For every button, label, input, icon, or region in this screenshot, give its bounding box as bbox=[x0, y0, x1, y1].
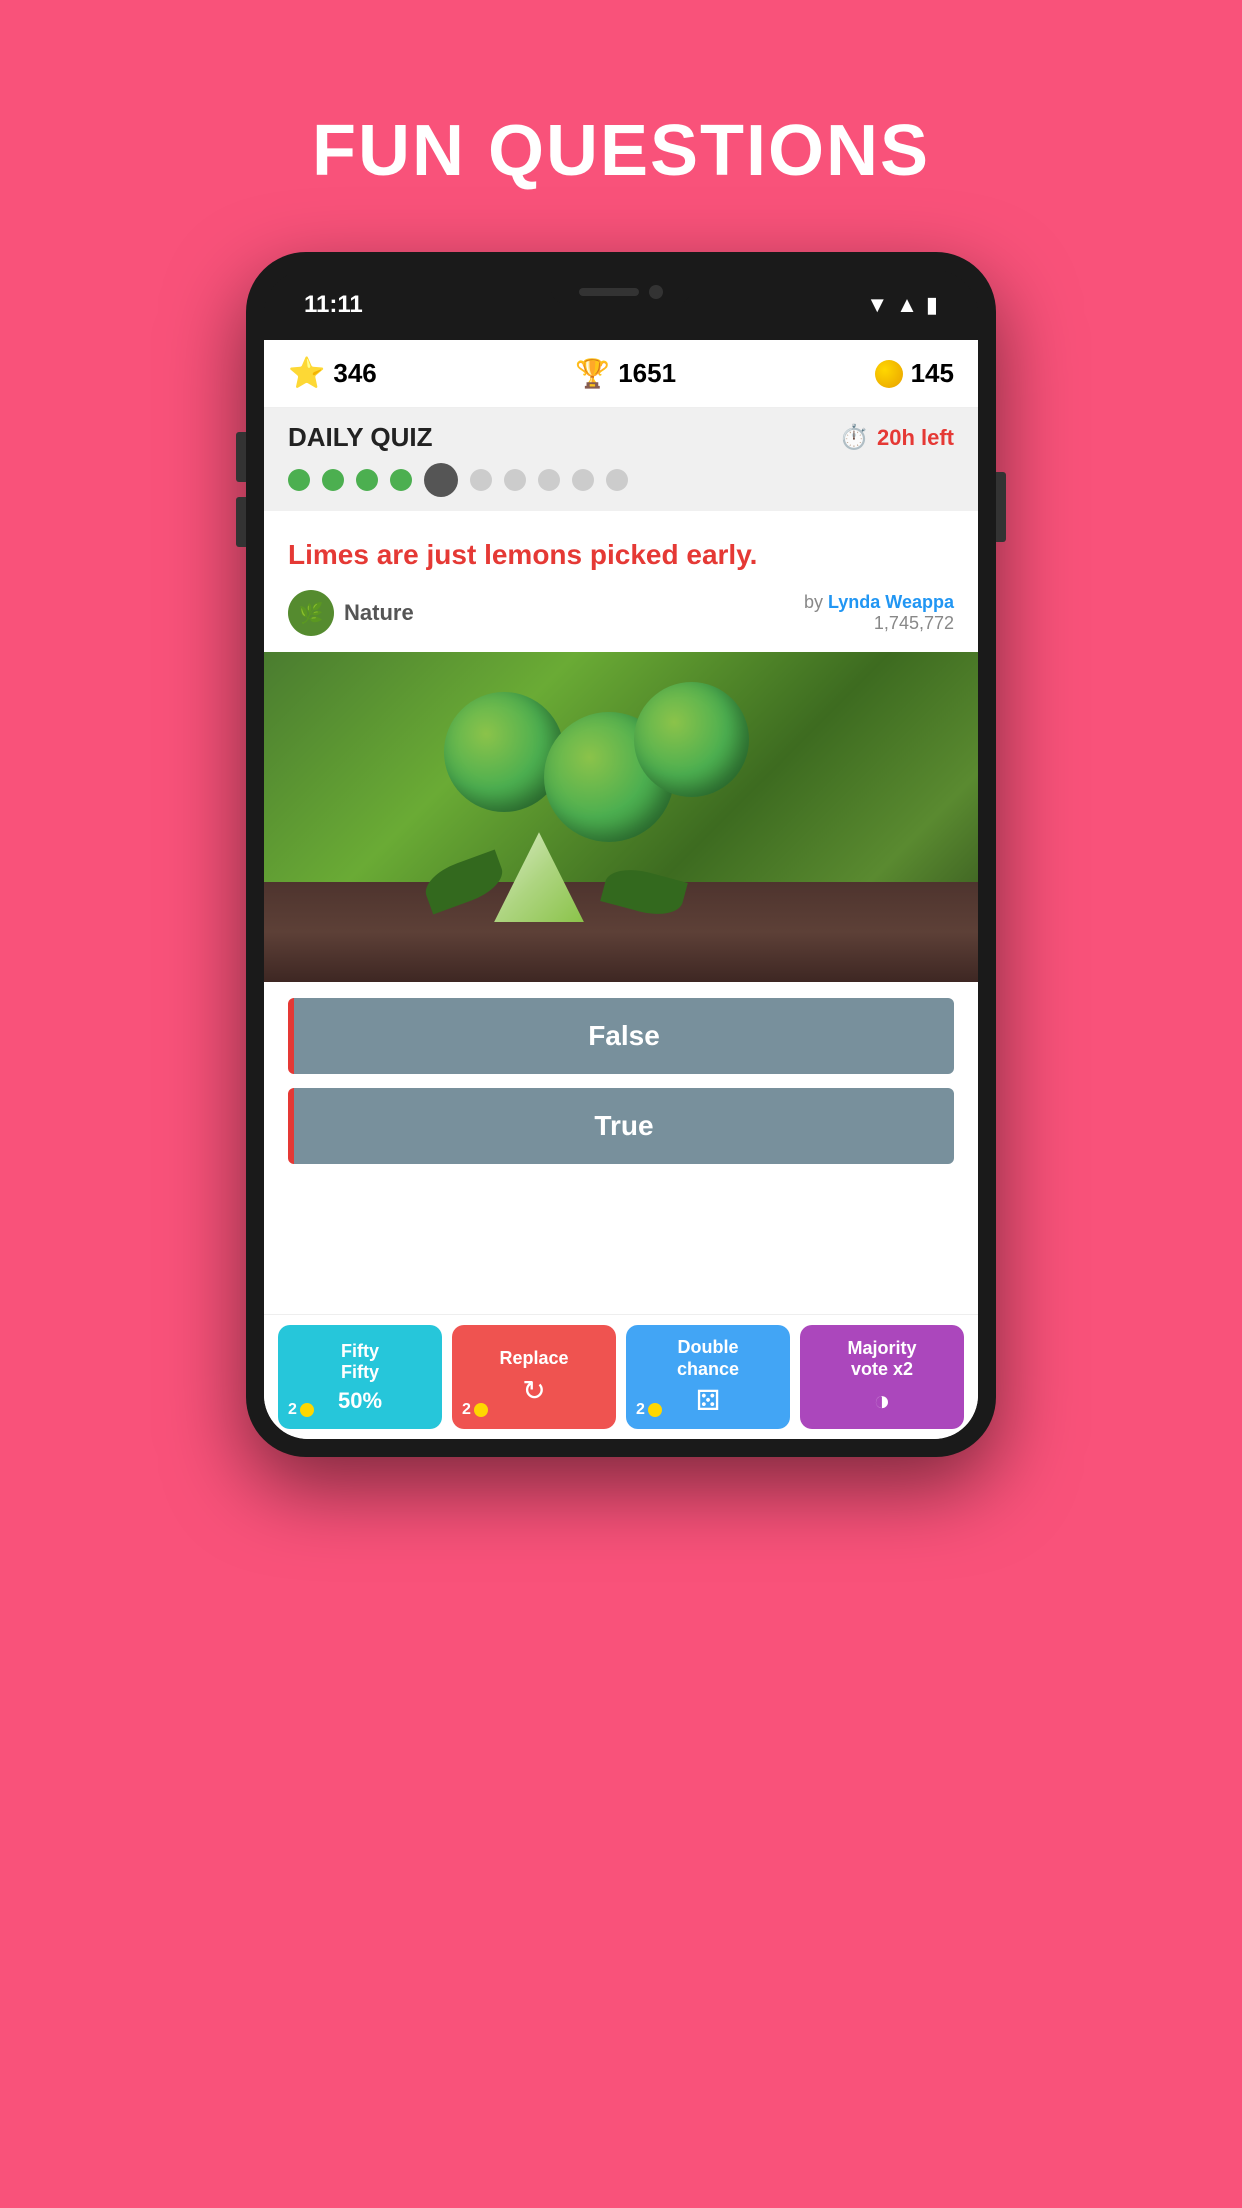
phone-shell: 11:11 ▼ ▲ ▮ ⭐ 346 🏆 1651 145 bbox=[246, 252, 996, 1457]
answer-true-button[interactable]: True bbox=[288, 1088, 954, 1164]
progress-dot-10 bbox=[606, 469, 628, 491]
star-icon: ⭐ bbox=[288, 356, 325, 391]
camera bbox=[649, 285, 663, 299]
answers-area: False True bbox=[264, 982, 978, 1194]
leaf-2 bbox=[600, 863, 688, 922]
fifty-fifty-coin bbox=[300, 1403, 314, 1417]
progress-dot-7 bbox=[504, 469, 526, 491]
spacer bbox=[264, 1194, 978, 1314]
status-bar: 11:11 ▼ ▲ ▮ bbox=[264, 270, 978, 340]
replace-label: Replace bbox=[499, 1348, 568, 1370]
volume-up-button bbox=[236, 432, 246, 482]
fifty-fifty-button[interactable]: FiftyFifty 50% 2 bbox=[278, 1325, 442, 1429]
trophy-stat: 🏆 1651 bbox=[575, 357, 676, 390]
status-time: 11:11 bbox=[304, 291, 363, 319]
phone-screen: ⭐ 346 🏆 1651 145 DAILY QUIZ ⏱️ 20h left bbox=[264, 340, 978, 1439]
answer-true-label: True bbox=[594, 1110, 653, 1142]
daily-quiz-header: DAILY QUIZ ⏱️ 20h left bbox=[288, 422, 954, 453]
daily-quiz-title: DAILY QUIZ bbox=[288, 422, 432, 453]
fifty-fifty-label: FiftyFifty bbox=[341, 1341, 379, 1384]
leaf-1 bbox=[420, 850, 509, 915]
progress-dot-8 bbox=[538, 469, 560, 491]
speaker bbox=[579, 288, 639, 296]
page-title: FUN QUESTIONS bbox=[312, 110, 930, 192]
replace-coin bbox=[474, 1403, 488, 1417]
power-button bbox=[996, 472, 1006, 542]
wifi-icon: ▼ bbox=[866, 292, 888, 318]
fifty-fifty-count: 2 bbox=[288, 1401, 314, 1419]
daily-quiz-bar: DAILY QUIZ ⏱️ 20h left bbox=[264, 408, 978, 511]
powerups-bar: FiftyFifty 50% 2 Replace ↻ 2 Doublechanc… bbox=[264, 1314, 978, 1439]
stars-value: 346 bbox=[333, 358, 376, 389]
question-image bbox=[264, 652, 978, 982]
timer-icon: ⏱️ bbox=[839, 423, 869, 452]
status-icons: ▼ ▲ ▮ bbox=[866, 292, 938, 318]
progress-dot-6 bbox=[470, 469, 492, 491]
author-info: by Lynda Weappa 1,745,772 bbox=[804, 592, 954, 634]
replace-icon: ↻ bbox=[522, 1374, 545, 1407]
signal-icon: ▲ bbox=[896, 292, 918, 318]
question-text: Limes are just lemons picked early. bbox=[288, 535, 954, 574]
author-score: 1,745,772 bbox=[804, 613, 954, 634]
lime-slice bbox=[494, 832, 584, 922]
progress-dot-1 bbox=[288, 469, 310, 491]
progress-dot-5-current bbox=[424, 463, 458, 497]
progress-dots bbox=[288, 463, 954, 497]
majority-vote-label: Majorityvote x2 bbox=[847, 1338, 916, 1381]
progress-dot-4 bbox=[390, 469, 412, 491]
timer-value: 20h left bbox=[877, 425, 954, 451]
author-by-label: by bbox=[804, 592, 828, 612]
volume-down-button bbox=[236, 497, 246, 547]
coin-icon bbox=[875, 360, 903, 388]
coins-value: 145 bbox=[911, 358, 954, 389]
category-icon: 🌿 bbox=[288, 590, 334, 636]
double-chance-icon: ⚄ bbox=[696, 1384, 720, 1417]
double-chance-label: Doublechance bbox=[677, 1337, 739, 1380]
stars-stat: ⭐ 346 bbox=[288, 356, 377, 391]
category-badge: 🌿 Nature bbox=[288, 590, 414, 636]
progress-dot-2 bbox=[322, 469, 344, 491]
question-area: Limes are just lemons picked early. 🌿 Na… bbox=[264, 511, 978, 636]
majority-vote-icon: ◑ bbox=[874, 1385, 891, 1417]
double-chance-count: 2 bbox=[636, 1401, 662, 1419]
double-coin bbox=[648, 1403, 662, 1417]
progress-dot-9 bbox=[572, 469, 594, 491]
question-meta: 🌿 Nature by Lynda Weappa 1,745,772 bbox=[288, 590, 954, 636]
fifty-fifty-icon: 50% bbox=[338, 1388, 382, 1414]
lime-group bbox=[264, 652, 978, 982]
coins-stat: 145 bbox=[875, 358, 954, 389]
app-header: ⭐ 346 🏆 1651 145 bbox=[264, 340, 978, 408]
category-name: Nature bbox=[344, 600, 414, 626]
double-chance-button[interactable]: Doublechance ⚄ 2 bbox=[626, 1325, 790, 1429]
majority-vote-button[interactable]: Majorityvote x2 ◑ bbox=[800, 1325, 964, 1429]
progress-dot-3 bbox=[356, 469, 378, 491]
answer-false-button[interactable]: False bbox=[288, 998, 954, 1074]
answer-false-label: False bbox=[588, 1020, 660, 1052]
author-name: Lynda Weappa bbox=[828, 592, 954, 612]
timer-label: ⏱️ 20h left bbox=[839, 423, 954, 452]
notch bbox=[551, 280, 691, 304]
trophy-value: 1651 bbox=[618, 358, 676, 389]
trophy-icon: 🏆 bbox=[575, 357, 610, 390]
replace-count: 2 bbox=[462, 1401, 488, 1419]
lime-3 bbox=[634, 682, 749, 797]
battery-icon: ▮ bbox=[926, 292, 938, 318]
replace-button[interactable]: Replace ↻ 2 bbox=[452, 1325, 616, 1429]
